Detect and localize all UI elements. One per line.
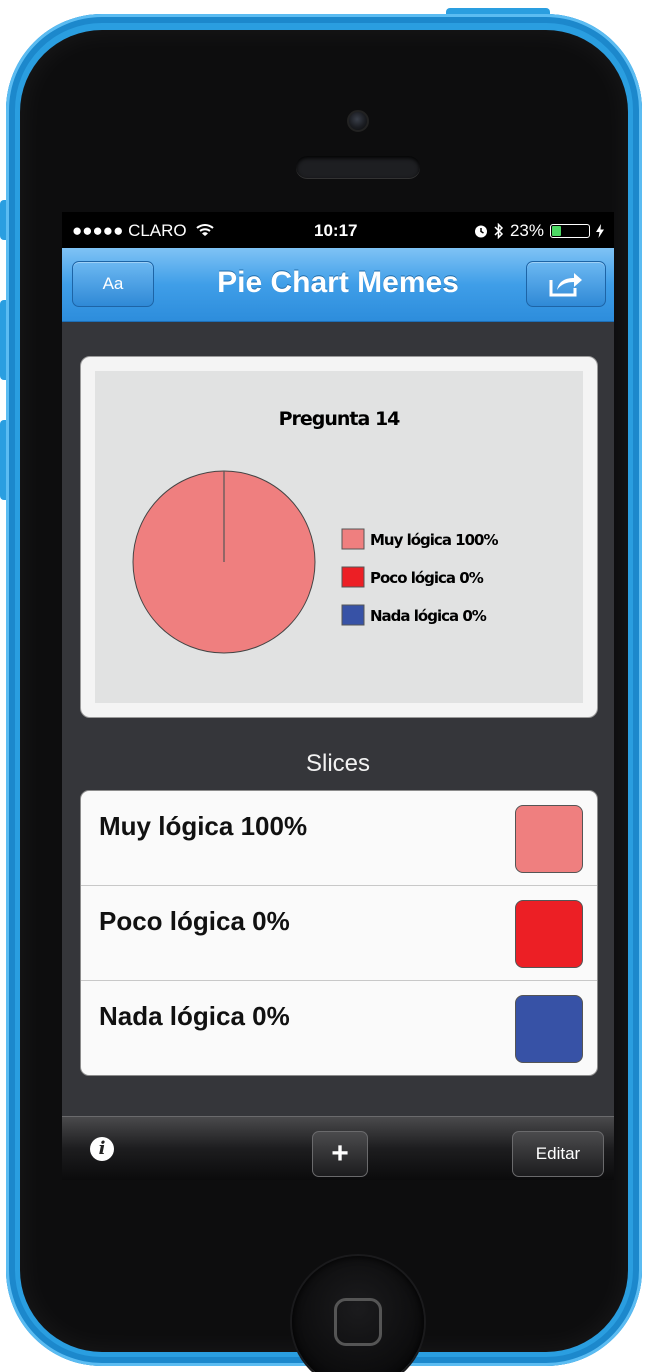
legend-swatch <box>341 604 365 626</box>
chart-legend: Muy lógica 100% Poco lógica 0% Nada lógica… <box>341 528 499 626</box>
screen: ●●●●● CLARO 10:17 23% Aa Pie Chart Memes… <box>62 212 614 1180</box>
navigation-bar: Aa Pie Chart Memes <box>62 248 614 322</box>
pie-slices <box>132 470 316 654</box>
status-right: 23% <box>474 221 604 241</box>
chart-area: Pregunta 14 Muy lógica 100% Poco lógica 0… <box>95 371 583 703</box>
legend-swatch <box>341 566 365 588</box>
legend-label: Nada lógica 0% <box>370 607 487 625</box>
share-icon <box>549 273 582 297</box>
home-square-icon <box>334 1298 382 1346</box>
legend-label: Poco lógica 0% <box>370 569 484 587</box>
legend-swatch <box>341 528 365 550</box>
bottom-toolbar: i + Editar <box>62 1116 614 1180</box>
edit-button[interactable]: Editar <box>512 1131 604 1177</box>
carrier-label: ●●●●● CLARO <box>72 221 187 240</box>
bluetooth-icon <box>494 223 504 239</box>
status-time: 10:17 <box>314 221 358 240</box>
home-button[interactable] <box>292 1256 424 1372</box>
battery-icon <box>550 224 590 238</box>
slice-label: Muy lógica 100% <box>99 811 308 841</box>
info-icon[interactable]: i <box>90 1137 114 1161</box>
battery-percent: 23% <box>509 221 544 240</box>
slice-color-swatch[interactable] <box>515 805 583 873</box>
alarm-clock-icon <box>474 225 487 238</box>
slice-label: Nada lógica 0% <box>99 1001 290 1031</box>
slice-color-swatch[interactable] <box>515 995 583 1063</box>
slices-list: Muy lógica 100% Poco lógica 0% Nada lógi… <box>80 790 598 1076</box>
add-slice-button[interactable]: + <box>312 1131 368 1177</box>
slice-label: Poco lógica 0% <box>99 906 290 936</box>
slice-row[interactable]: Poco lógica 0% <box>81 886 597 981</box>
status-left: ●●●●● CLARO <box>72 221 215 241</box>
chart-title: Pregunta 14 <box>279 408 401 430</box>
legend-label: Muy lógica 100% <box>370 531 498 549</box>
pie-chart: Pregunta 14 Muy lógica 100% Poco lógica 0… <box>132 408 499 654</box>
front-camera-icon <box>347 110 369 132</box>
slice-color-swatch[interactable] <box>515 900 583 968</box>
battery-level <box>552 226 561 236</box>
share-button[interactable] <box>526 261 606 307</box>
slice-row[interactable]: Nada lógica 0% <box>81 981 597 1075</box>
wifi-icon <box>196 224 215 236</box>
earpiece-speaker <box>296 156 420 178</box>
chart-card: Pregunta 14 Muy lógica 100% Poco lógica 0… <box>80 356 598 718</box>
status-bar: ●●●●● CLARO 10:17 23% <box>62 212 614 248</box>
slice-row[interactable]: Muy lógica 100% <box>81 791 597 886</box>
charging-bolt-icon <box>596 224 604 238</box>
slices-heading: Slices <box>305 750 371 777</box>
